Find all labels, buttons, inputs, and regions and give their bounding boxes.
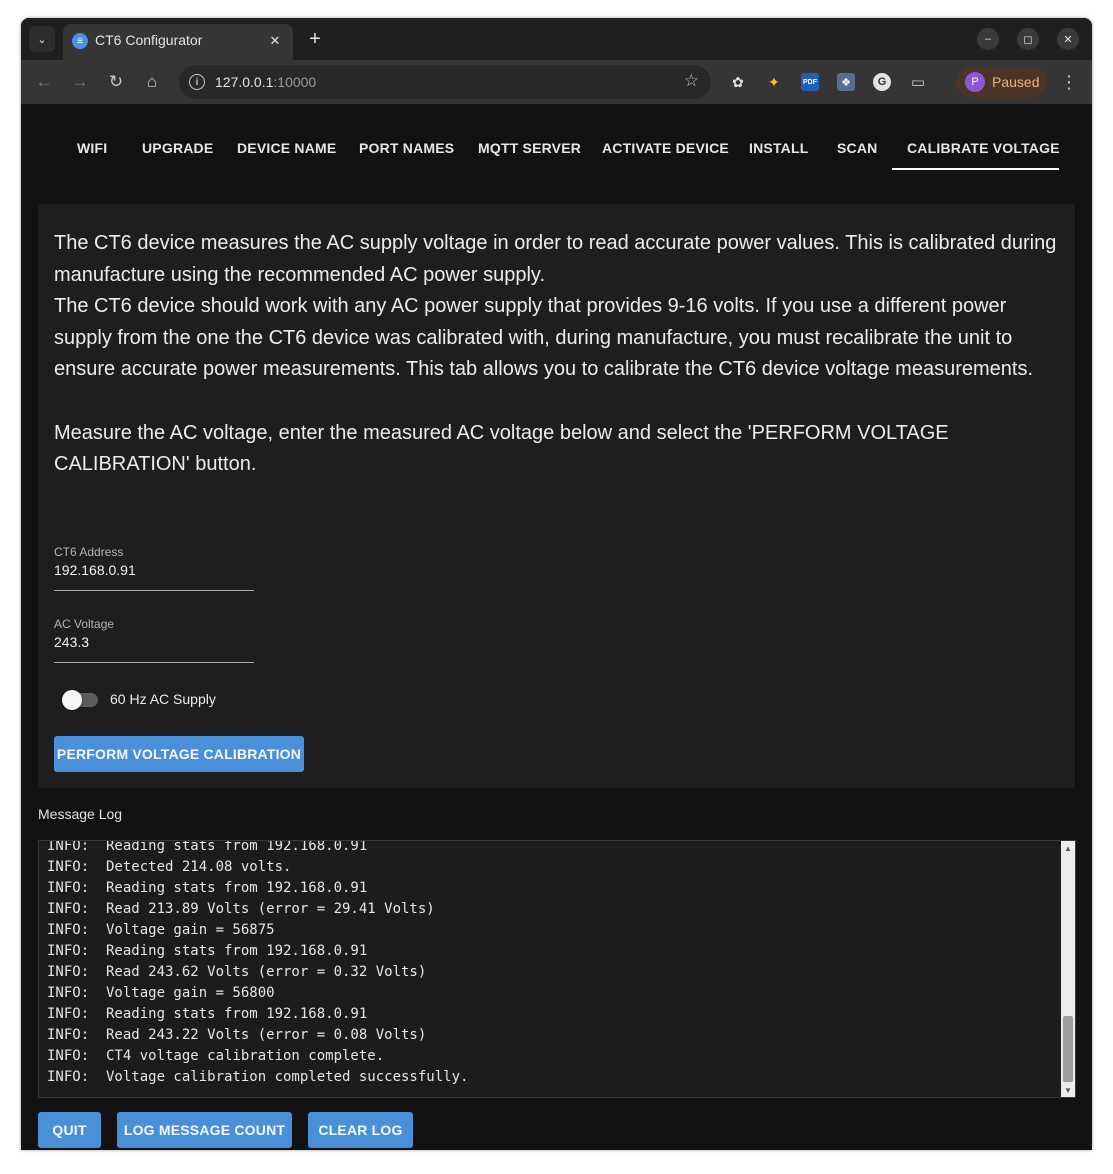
forward-arrow-icon[interactable]: → xyxy=(67,69,93,95)
browser-menu-icon[interactable]: ⋮ xyxy=(1059,69,1079,95)
back-arrow-icon[interactable]: ← xyxy=(31,69,57,95)
log-lines: INFO: Reading stats from 192.168.0.91 INF… xyxy=(47,840,469,1088)
minimize-window-icon[interactable]: – xyxy=(977,28,999,50)
tab-calibrate-voltage[interactable]: CALIBRATE VOLTAGE xyxy=(907,140,1060,156)
log-line: INFO: Voltage calibration completed succ… xyxy=(47,1069,469,1085)
log-line: INFO: Reading stats from 192.168.0.91 xyxy=(47,943,368,959)
active-tab-indicator xyxy=(892,168,1059,170)
app-page: WIFI UPGRADE DEVICE NAME PORT NAMES MQTT… xyxy=(21,104,1092,1150)
tab-scan[interactable]: SCAN xyxy=(837,140,877,156)
ct6-address-label: CT6 Address xyxy=(54,545,124,559)
ct6-address-field[interactable]: CT6 Address 192.168.0.91 xyxy=(54,545,254,591)
extension-g-icon[interactable]: G xyxy=(873,73,891,91)
log-line: INFO: Reading stats from 192.168.0.91 xyxy=(47,880,368,896)
profile-status: Paused xyxy=(992,74,1040,90)
log-line: INFO: Reading stats from 192.168.0.91 xyxy=(47,1006,368,1022)
address-bar[interactable]: i 127.0.0.1:10000 ☆ xyxy=(179,65,711,99)
tab-device-name[interactable]: DEVICE NAME xyxy=(237,140,336,156)
extension-puzzle-blue-icon[interactable]: ❖ xyxy=(837,73,855,91)
log-line: INFO: Voltage gain = 56875 xyxy=(47,922,275,938)
tab-upgrade[interactable]: UPGRADE xyxy=(142,140,213,156)
perform-voltage-calibration-button[interactable]: PERFORM VOLTAGE CALIBRATION xyxy=(54,736,304,772)
profile-button[interactable]: P Paused xyxy=(956,67,1047,97)
browser-tab[interactable]: ≡ CT6 Configurator ✕ xyxy=(63,24,293,60)
message-log[interactable]: INFO: Reading stats from 192.168.0.91 INF… xyxy=(38,840,1076,1098)
log-line: INFO: Read 243.62 Volts (error = 0.32 Vo… xyxy=(47,964,427,980)
browser-toolbar: ← → ↻ ⌂ i 127.0.0.1:10000 ☆ ✿ ✦ PDF ❖ G … xyxy=(21,60,1092,104)
tab-activate-device[interactable]: ACTIVATE DEVICE xyxy=(602,140,729,156)
scroll-down-arrow-icon[interactable]: ▼ xyxy=(1061,1083,1075,1097)
log-line: INFO: Read 243.22 Volts (error = 0.08 Vo… xyxy=(47,1027,427,1043)
ac-voltage-label: AC Voltage xyxy=(54,617,115,631)
tab-wifi[interactable]: WIFI xyxy=(77,140,107,156)
switch-thumb xyxy=(62,690,82,710)
description-paragraph-3: Measure the AC voltage, enter the measur… xyxy=(54,421,949,476)
log-line: INFO: Voltage gain = 56800 xyxy=(47,985,275,1001)
message-log-label: Message Log xyxy=(38,806,123,822)
browser-tab-title: CT6 Configurator xyxy=(95,32,203,48)
tab-port-names[interactable]: PORT NAMES xyxy=(359,140,454,156)
calibration-description: The CT6 device measures the AC supply vo… xyxy=(54,228,1064,481)
browser-window: ⌄ ≡ CT6 Configurator ✕ + – ◻ ✕ ← → ↻ ⌂ i… xyxy=(21,18,1092,1150)
site-info-icon[interactable]: i xyxy=(189,74,205,90)
quit-button[interactable]: QUIT xyxy=(38,1112,101,1148)
tab-strip: ⌄ ≡ CT6 Configurator ✕ + – ◻ ✕ xyxy=(21,18,1092,60)
log-line: INFO: CT4 voltage calibration complete. xyxy=(47,1048,385,1064)
clear-log-button[interactable]: CLEAR LOG xyxy=(308,1112,413,1148)
tab-search-chevron-icon[interactable]: ⌄ xyxy=(29,26,55,52)
description-paragraph-2: The CT6 device should work with any AC p… xyxy=(54,295,1034,381)
log-line: INFO: Read 213.89 Volts (error = 29.41 V… xyxy=(47,901,435,917)
scroll-up-arrow-icon[interactable]: ▲ xyxy=(1061,841,1075,855)
close-tab-icon[interactable]: ✕ xyxy=(265,31,285,51)
ac-voltage-field[interactable]: AC Voltage 243.3 xyxy=(54,617,254,663)
scrollbar-thumb[interactable] xyxy=(1063,1016,1073,1082)
ct6-address-input[interactable]: 192.168.0.91 xyxy=(54,562,254,582)
close-window-icon[interactable]: ✕ xyxy=(1057,28,1079,50)
ac-voltage-input[interactable]: 243.3 xyxy=(54,634,254,654)
60hz-toggle-label: 60 Hz AC Supply xyxy=(110,691,216,707)
log-line: INFO: Detected 214.08 volts. xyxy=(47,859,292,875)
log-line: INFO: Reading stats from 192.168.0.91 xyxy=(47,840,368,854)
app-favicon-icon: ≡ xyxy=(72,33,88,49)
extensions-puzzle-icon[interactable]: ▭ xyxy=(909,73,927,91)
bookmark-star-icon[interactable]: ☆ xyxy=(684,71,699,91)
new-tab-plus-icon[interactable]: + xyxy=(303,27,327,51)
reload-icon[interactable]: ↻ xyxy=(103,69,129,95)
extension-pdf-icon[interactable]: PDF xyxy=(801,73,819,91)
profile-avatar: P xyxy=(965,72,985,92)
home-icon[interactable]: ⌂ xyxy=(139,69,165,95)
log-scrollbar[interactable]: ▲ ▼ xyxy=(1061,841,1075,1097)
extension-broom-icon[interactable]: ✦ xyxy=(765,73,783,91)
description-paragraph-1: The CT6 device measures the AC supply vo… xyxy=(54,232,1057,286)
tab-install[interactable]: INSTALL xyxy=(749,140,808,156)
extension-gnome-icon[interactable]: ✿ xyxy=(729,73,747,91)
url-text: 127.0.0.1:10000 xyxy=(215,74,317,90)
tab-mqtt-server[interactable]: MQTT SERVER xyxy=(478,140,581,156)
log-message-count-button[interactable]: LOG MESSAGE COUNT xyxy=(117,1112,292,1148)
maximize-window-icon[interactable]: ◻ xyxy=(1017,28,1039,50)
